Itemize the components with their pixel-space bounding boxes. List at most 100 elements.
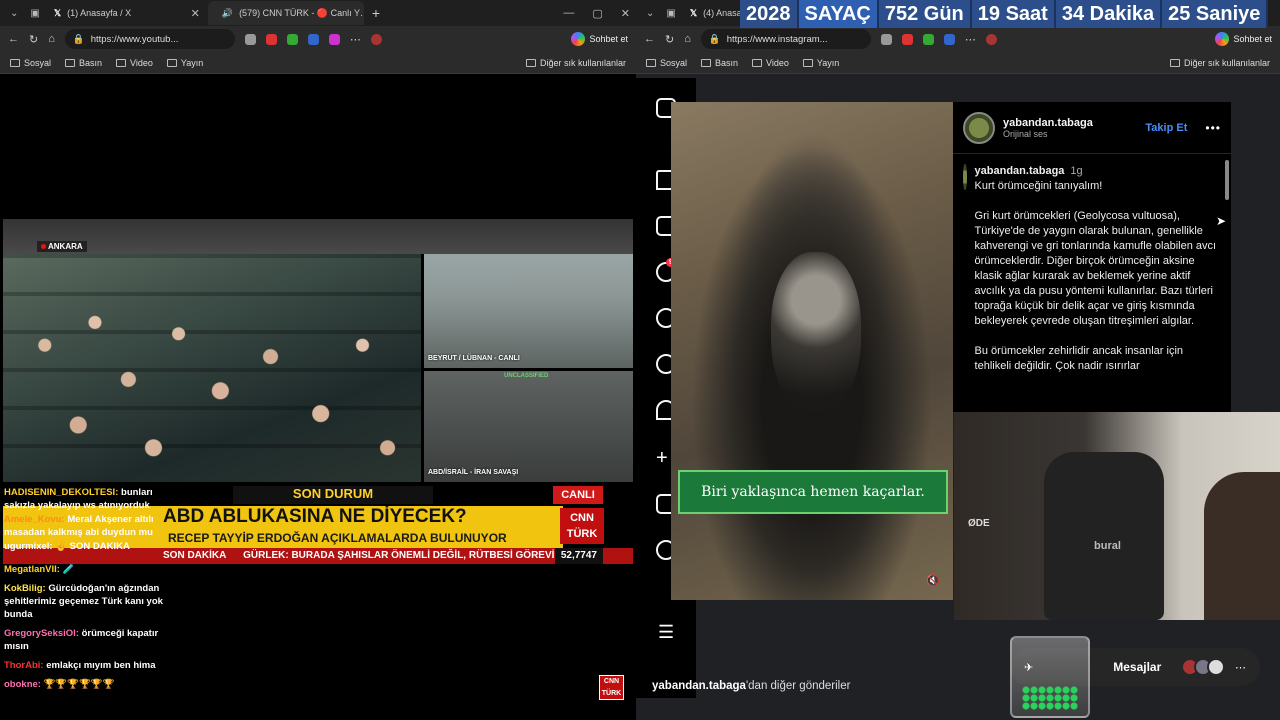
tab-label: (579) CNN TÜRK - 🔴 Canlı Y… (239, 7, 364, 18)
streamer (1204, 472, 1280, 620)
youtube-video-player[interactable]: ANKARA BEYRUT / LÜBNAN - CANLI UNCLASSIF… (3, 74, 633, 482)
folder-icon (701, 58, 712, 67)
countdown-overlay: 2028 SAYAÇ 752 Gün 19 Saat 34 Dakika 25 … (740, 0, 1269, 28)
menu-icon[interactable]: ☰ (658, 622, 674, 643)
copilot-button[interactable]: Sohbet et (571, 32, 628, 46)
bookmark-sosyal[interactable]: Sosyal (646, 58, 687, 68)
profile-avatar[interactable] (985, 33, 997, 45)
messages-label: Mesajlar (1113, 660, 1162, 674)
unclassified-tag: UNCLASSIFIED (504, 373, 549, 379)
minimize-icon[interactable]: — (563, 7, 574, 19)
webcam-overlay: ØDE bural (954, 412, 1280, 620)
x-logo-icon: 𝕏 (689, 7, 698, 18)
refresh-icon[interactable]: ↻ (29, 33, 38, 46)
folder-icon (116, 58, 127, 67)
post-time: 1g (1070, 165, 1083, 177)
spider-image (771, 252, 861, 412)
window-controls: — ▢ ✕ (563, 0, 630, 26)
bookmark-video[interactable]: Video (116, 58, 153, 68)
counter-minutes: 34 Dakika (1055, 0, 1163, 28)
refresh-icon[interactable]: ↻ (665, 33, 674, 46)
extension-icon[interactable] (943, 33, 955, 45)
parliament-feed (3, 254, 421, 482)
x-logo-icon: 𝕏 (53, 7, 62, 18)
maximize-icon[interactable]: ▢ (592, 7, 602, 20)
more-icon[interactable]: ⋯ (350, 33, 361, 46)
folder-icon (646, 58, 656, 67)
more-icon[interactable]: ⋯ (1235, 661, 1246, 674)
copilot-icon (1215, 32, 1230, 46)
chat-message: KokBilig: Gürcüdoğan'ın ağzından şehitle… (4, 583, 163, 620)
bookmark-sosyal[interactable]: Sosyal (10, 58, 51, 68)
bookmark-video[interactable]: Video (752, 58, 789, 68)
son-durum-label: SON DURUM (233, 486, 433, 504)
spider-video[interactable] (671, 102, 953, 600)
tab-actions-icon[interactable]: ⌄ (640, 8, 660, 19)
avatar[interactable] (963, 111, 995, 144)
extension-icon[interactable] (286, 33, 298, 45)
cnn-turk-logo: CNN TÜRK (560, 508, 604, 544)
caption-username[interactable]: yabandan.tabaga (975, 165, 1065, 177)
mute-icon[interactable]: 🔇 (926, 574, 940, 587)
bookmark-basin[interactable]: Basın (701, 58, 738, 68)
extension-icon[interactable] (244, 33, 256, 45)
avatar[interactable] (963, 164, 967, 190)
chat-message: ugurmixel: ✌️ SON DAKIKA (4, 541, 130, 552)
location-tag: ANKARA (37, 241, 87, 252)
video-subtitle: Biri yaklaşınca hemen kaçarlar. (678, 470, 948, 514)
url-text: https://www.instagram... (726, 33, 828, 45)
chat-message: obokne: 🏆🏆🏆🏆🏆🏆 (4, 679, 115, 690)
message-avatars (1181, 658, 1225, 676)
close-window-icon[interactable]: ✕ (621, 7, 630, 20)
home-icon[interactable]: ⌂ (48, 33, 55, 45)
bookmark-basin[interactable]: Basın (65, 58, 102, 68)
cnn-watermark-icon: CNN TÜRK (599, 675, 624, 700)
extension-icon[interactable] (922, 33, 934, 45)
more-icon[interactable]: ⋯ (965, 33, 976, 46)
bookmark-other-favorites[interactable]: Diğer sık kullanılanlar (1169, 58, 1270, 68)
url-text: https://www.youtub... (90, 33, 179, 45)
wall-text: ØDE (968, 518, 990, 529)
close-tab-icon[interactable]: ✕ (191, 7, 200, 20)
back-icon[interactable]: ← (8, 33, 19, 45)
chair-logo-text: bural (1094, 540, 1121, 552)
address-bar[interactable]: 🔒 https://www.instagram... (700, 29, 871, 49)
extension-icon[interactable] (307, 33, 319, 45)
avatar (1207, 658, 1225, 676)
chat-message: ThorAbi: emlakçı mıyım ben hima (4, 660, 156, 671)
bookmark-yayin[interactable]: Yayın (166, 58, 203, 68)
bookmark-yayin[interactable]: Yayın (802, 58, 839, 68)
feed-caption: BEYRUT / LÜBNAN - CANLI (428, 355, 520, 362)
extension-icon[interactable] (901, 33, 913, 45)
folder-icon (10, 58, 20, 67)
ticker-value: 52,7747 (554, 548, 603, 564)
follow-button[interactable]: Takip Et (1145, 122, 1187, 134)
speaker-icon[interactable]: 🔊 (222, 8, 233, 19)
profile-avatar[interactable] (370, 33, 382, 45)
counter-year: 2028 (740, 0, 799, 28)
workspaces-icon[interactable]: ▣ (660, 8, 681, 19)
tab-actions-icon[interactable]: ⌄ (4, 8, 24, 19)
bookmark-other-favorites[interactable]: Diğer sık kullanılanlar (525, 58, 626, 68)
left-bookmarks-bar: Sosyal Basın Video Yayın Diğer sık kulla… (0, 52, 636, 74)
tab-cnn-turk[interactable]: 🔊 (579) CNN TÜRK - 🔴 Canlı Y… ✕ (207, 1, 364, 25)
extension-icon[interactable] (328, 33, 340, 45)
chat-message: HADISENIN_DEKOLTESI: bunları sakızla yak… (4, 487, 153, 511)
post-username[interactable]: yabandan.tabaga (1003, 117, 1093, 129)
folder-icon (166, 58, 177, 67)
more-options-icon[interactable]: ••• (1205, 121, 1221, 135)
tab-x-home[interactable]: 𝕏 (1) Anasayfa / X ✕ (46, 1, 208, 25)
copilot-button[interactable]: Sohbet et (1215, 32, 1272, 46)
new-tab-icon[interactable]: + (364, 5, 388, 21)
caption-scrollbar[interactable] (1225, 160, 1229, 200)
more-posts-user[interactable]: yabandan.tabaga (652, 680, 746, 692)
back-icon[interactable]: ← (644, 33, 655, 45)
extension-icon[interactable] (265, 33, 277, 45)
address-bar[interactable]: 🔒 https://www.youtub... (64, 29, 235, 49)
audio-label[interactable]: Orijinal ses (1003, 129, 1093, 139)
home-icon[interactable]: ⌂ (684, 33, 691, 45)
workspaces-icon[interactable]: ▣ (24, 8, 45, 19)
extension-icon[interactable] (880, 33, 892, 45)
left-tab-bar: ⌄ ▣ 𝕏 (1) Anasayfa / X ✕ 🔊 (579) CNN TÜR… (0, 0, 636, 26)
post-header: yabandan.tabaga Orijinal ses Takip Et ••… (953, 102, 1231, 154)
